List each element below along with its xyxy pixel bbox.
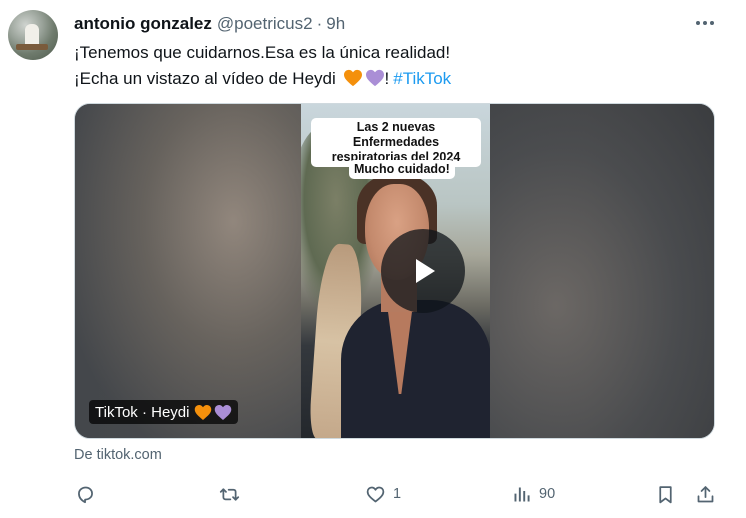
tweet-text-line-1: ¡Tenemos que cuidarnos.Esa es la única r… <box>74 43 451 62</box>
tweet-text-line-2-prefix: ¡Echa un vistazo al vídeo de Heydi <box>74 69 336 88</box>
bookmark-icon <box>659 485 672 503</box>
video-blur-background-right <box>488 104 714 438</box>
views-count: 90 <box>539 486 556 502</box>
play-button[interactable] <box>381 229 465 313</box>
video-source-label: TikTok · Heydi <box>89 400 239 424</box>
tweet-text-line-2: ¡Echa un vistazo al vídeo de Heydi ! #Tik… <box>74 66 451 92</box>
video-blur-background-left <box>75 104 301 438</box>
tweet-text: ¡Tenemos que cuidarnos.Esa es la única r… <box>74 40 451 92</box>
like-count: 1 <box>393 486 402 502</box>
author-handle[interactable]: @poetricus2 <box>217 14 313 34</box>
views-icon <box>514 487 530 501</box>
reply-button[interactable] <box>75 480 103 508</box>
video-caption-line-1: Las 2 nuevas Enfermedades <box>352 120 440 149</box>
play-icon <box>416 259 435 283</box>
like-button[interactable]: 1 <box>365 480 401 508</box>
purple-heart-icon <box>365 69 384 87</box>
separator: · <box>316 14 323 33</box>
tweet-header: antonio gonzalez @poetricus2 · 9h <box>74 13 345 35</box>
avatar[interactable] <box>8 10 58 60</box>
more-icon <box>696 21 714 25</box>
avatar-bench <box>16 44 48 50</box>
share-button[interactable] <box>695 480 716 508</box>
like-icon <box>366 486 385 502</box>
link-source[interactable]: De tiktok.com <box>74 447 162 463</box>
video-shirt <box>341 300 490 438</box>
reply-icon <box>78 486 93 503</box>
hashtag-link[interactable]: #TikTok <box>393 69 451 88</box>
retweet-button[interactable] <box>219 480 247 508</box>
orange-heart-icon <box>343 69 362 87</box>
video-card[interactable]: Las 2 nuevas Enfermedades respiratorias … <box>74 103 715 439</box>
retweet-icon <box>219 487 240 501</box>
orange-heart-icon <box>195 404 212 420</box>
author-name[interactable]: antonio gonzalez <box>74 14 212 34</box>
action-bar: 1 90 <box>0 480 746 508</box>
more-button[interactable] <box>690 10 720 36</box>
share-icon <box>697 485 714 502</box>
timestamp[interactable]: 9h <box>326 14 345 34</box>
purple-heart-icon <box>215 404 232 420</box>
tweet-text-line-2-suffix: ! <box>384 69 390 88</box>
video-source-label-text: TikTok · Heydi <box>95 403 190 421</box>
bookmark-button[interactable] <box>655 480 676 508</box>
views-button[interactable]: 90 <box>511 480 555 508</box>
video-caption-warning: Mucho cuidado! <box>349 160 455 179</box>
